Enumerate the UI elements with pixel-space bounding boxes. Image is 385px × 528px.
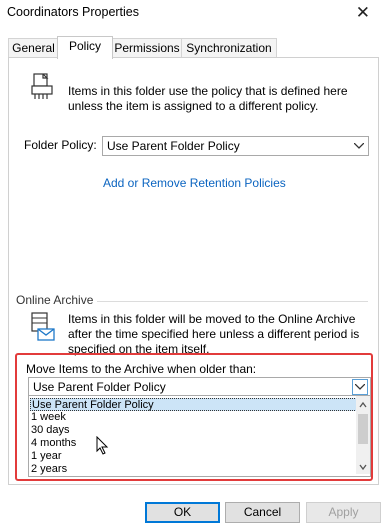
archive-age-dropdown-list[interactable]: Use Parent Folder Policy 1 week 30 days … — [28, 395, 371, 477]
window-title: Coordinators Properties — [7, 5, 140, 19]
folder-policy-value: Use Parent Folder Policy — [107, 139, 240, 153]
section-divider — [97, 301, 368, 302]
chevron-down-icon[interactable] — [352, 379, 368, 395]
scrollbar-thumb[interactable] — [358, 414, 368, 444]
folder-policy-label: Folder Policy: — [24, 138, 97, 152]
tab-policy[interactable]: Policy — [57, 36, 113, 59]
folder-policy-select[interactable]: Use Parent Folder Policy — [102, 136, 369, 156]
archive-info-text: Items in this folder will be moved to th… — [68, 312, 360, 356]
dropdown-option[interactable]: 2 years — [30, 463, 355, 475]
chevron-down-icon[interactable] — [351, 138, 367, 154]
ok-button[interactable]: OK — [145, 502, 220, 523]
mouse-pointer-icon — [96, 435, 109, 458]
apply-button[interactable]: Apply — [306, 502, 381, 523]
tab-permissions[interactable]: Permissions — [111, 38, 183, 57]
archive-age-select[interactable]: Use Parent Folder Policy — [28, 377, 371, 397]
retention-policies-link[interactable]: Add or Remove Retention Policies — [103, 176, 286, 190]
dropdown-option[interactable]: 30 days — [30, 424, 355, 436]
scrollbar[interactable] — [356, 396, 370, 474]
tab-general[interactable]: General — [8, 38, 59, 57]
dropdown-option[interactable]: Use Parent Folder Policy — [30, 398, 357, 411]
scroll-up-icon[interactable] — [358, 399, 368, 409]
dropdown-option[interactable]: 4 months — [30, 437, 355, 449]
mail-archive-icon — [30, 312, 56, 342]
dropdown-option[interactable]: 1 week — [30, 411, 355, 423]
close-icon[interactable]: ✕ — [356, 3, 370, 23]
archive-age-value: Use Parent Folder Policy — [33, 380, 166, 394]
cancel-button[interactable]: Cancel — [225, 502, 300, 523]
title-bar: Coordinators Properties ✕ — [0, 0, 385, 26]
policy-info-text: Items in this folder use the policy that… — [68, 84, 348, 113]
tab-synchronization[interactable]: Synchronization — [181, 38, 277, 57]
printer-icon — [30, 72, 56, 102]
online-archive-label: Online Archive — [16, 293, 98, 307]
scroll-down-icon[interactable] — [358, 461, 368, 471]
move-items-label: Move Items to the Archive when older tha… — [26, 362, 257, 376]
dropdown-option[interactable]: 1 year — [30, 450, 355, 462]
